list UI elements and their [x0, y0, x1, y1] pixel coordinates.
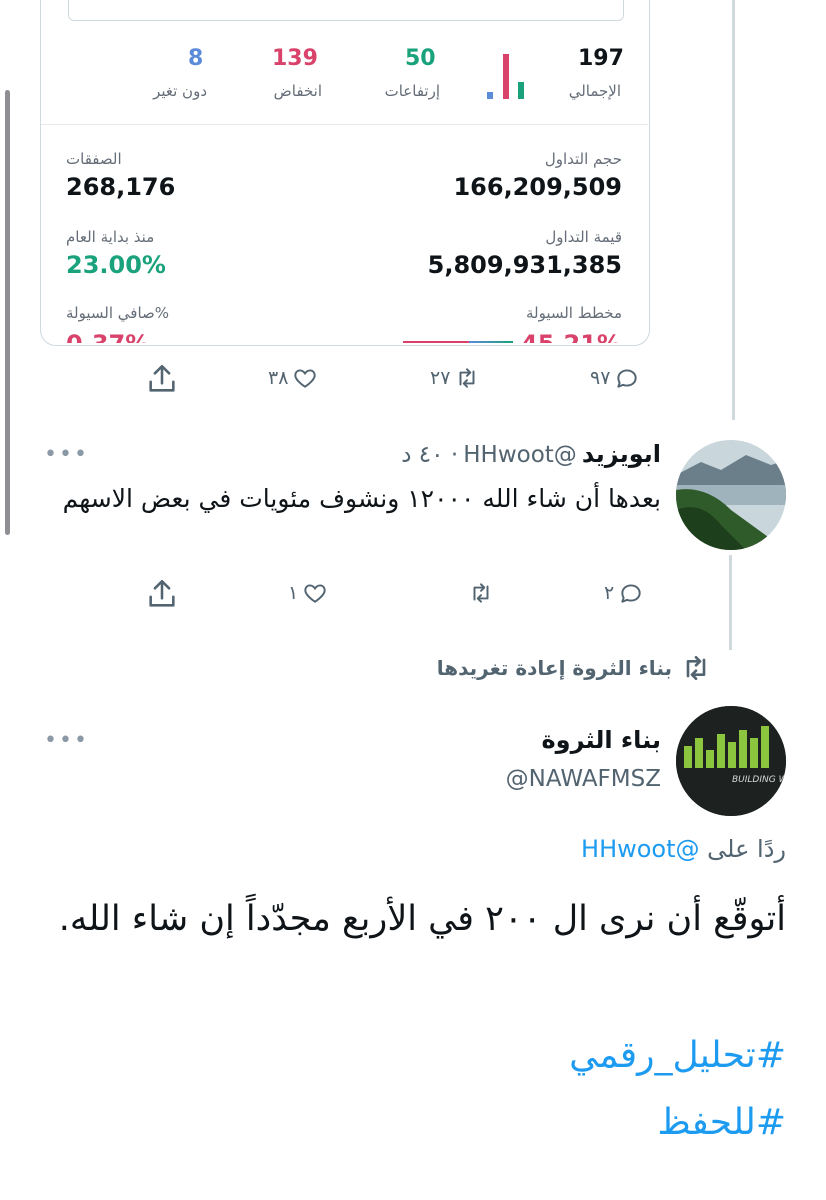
rising-label: إرتفاعات: [384, 82, 440, 100]
clipped-row: 0.37% 45.21%: [41, 330, 647, 343]
heart-icon: [294, 369, 317, 388]
deals-label: الصفقات: [66, 150, 122, 168]
unchanged-value: 8: [188, 46, 204, 71]
replying-to-link[interactable]: @HHwoot: [581, 835, 700, 863]
volume-value: 166,209,509: [453, 173, 622, 201]
rising-value: 50: [405, 46, 436, 71]
avatar[interactable]: BUILDING WEALTH: [676, 706, 786, 816]
like-button[interactable]: ١: [288, 580, 328, 606]
share-icon: [149, 579, 175, 607]
reply-button[interactable]: ٩٧: [590, 365, 640, 391]
net-liquidity-label: صافي السيولة%: [66, 304, 170, 322]
liquidity-chart-value: 45.21%: [521, 330, 621, 343]
retweet-notice[interactable]: بناء الثروة إعادة تغريدها: [300, 652, 712, 684]
retweet-button[interactable]: [468, 580, 494, 606]
retweet-notice-text: بناء الثروة إعادة تغريدها: [436, 656, 672, 680]
thread-line: [729, 555, 732, 650]
share-button[interactable]: [145, 362, 179, 400]
user-handle[interactable]: @NAWAFMSZ: [330, 766, 661, 792]
chart-box: [68, 0, 624, 21]
reply-button[interactable]: ٢: [604, 580, 644, 606]
value-label: قيمة التداول: [545, 228, 622, 246]
like-button[interactable]: ٣٨: [268, 365, 318, 391]
liquidity-chart-label: مخطط السيولة: [525, 304, 622, 322]
unchanged-label: دون تغير: [153, 82, 207, 100]
scrollbar[interactable]: [5, 90, 10, 535]
deals-value: 268,176: [66, 173, 176, 201]
user-name[interactable]: ابويزيد: [582, 440, 661, 468]
reply-icon: [621, 584, 641, 603]
more-options-button[interactable]: •••: [44, 728, 89, 753]
more-options-button[interactable]: •••: [44, 442, 89, 467]
hashtag-link[interactable]: #تحليل_رقمي: [300, 1035, 786, 1076]
total-label: الإجمالي: [568, 82, 621, 100]
reply-icon: [617, 369, 638, 388]
main-tweet-text: أتوقّع أن نرى ال ٢٠٠ في الأربع مجدّداً إ…: [58, 899, 786, 939]
user-handle[interactable]: @HHwoot: [463, 442, 577, 468]
total-value: 197: [578, 46, 624, 71]
building-wealth-logo: BUILDING WEALTH: [676, 706, 786, 816]
share-button[interactable]: [145, 577, 179, 615]
thread-line: [732, 0, 735, 420]
share-icon: [149, 364, 175, 392]
liquidity-bar: [403, 341, 513, 343]
logo-text: BUILDING WEALTH: [732, 775, 786, 785]
retweet-button[interactable]: ٢٧: [430, 365, 480, 391]
card-divider: [41, 124, 648, 125]
net-liquidity-value: 0.37%: [66, 330, 149, 343]
retweet-icon: [686, 656, 706, 680]
ytd-label: منذ بداية العام: [66, 228, 155, 246]
like-count: ٣٨: [268, 367, 289, 389]
like-count: ١: [288, 582, 299, 604]
retweet-icon: [473, 583, 489, 603]
tweet-time[interactable]: ٤٠ د: [401, 442, 443, 468]
value-value: 5,809,931,385: [427, 251, 622, 279]
retweet-icon: [459, 368, 475, 388]
falling-value: 139: [272, 46, 318, 71]
ytd-value: 23.00%: [66, 251, 166, 279]
heart-icon: [304, 584, 326, 603]
user-name[interactable]: بناء الثروة: [330, 726, 662, 754]
mini-bar-chart-icon: [487, 54, 524, 99]
reply-count: ٩٧: [590, 367, 611, 389]
reply-tweet-header: ابويزيد @HHwoot · ٤٠ د: [401, 440, 661, 468]
falling-label: انخفاض: [273, 82, 322, 100]
reply-count: ٢: [604, 582, 615, 604]
reply-tweet-text: بعدها أن شاء الله ١٢٠٠٠ ونشوف مئويات في …: [62, 484, 661, 513]
landscape-avatar-image: [676, 440, 786, 550]
replying-to: ردًا على @HHwoot: [300, 835, 786, 863]
volume-label: حجم التداول: [544, 150, 622, 168]
avatar[interactable]: [676, 440, 786, 550]
retweet-count: ٢٧: [430, 367, 451, 389]
replying-prefix: ردًا على: [707, 835, 786, 863]
hashtag-link[interactable]: #للحفظ: [300, 1102, 786, 1143]
